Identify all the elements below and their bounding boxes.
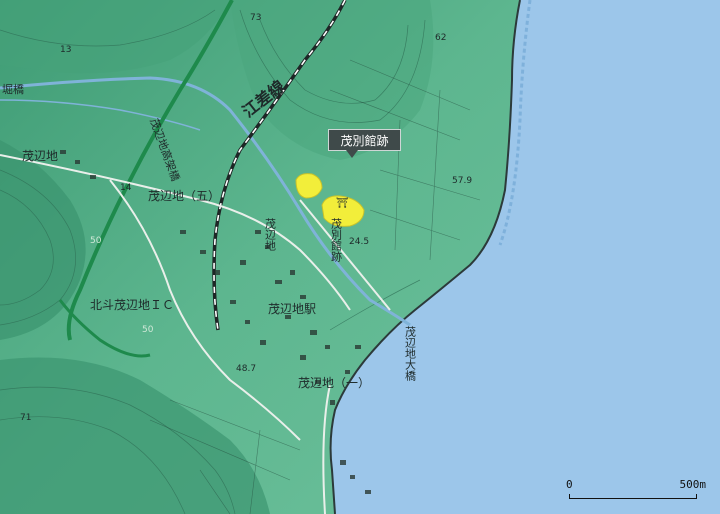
label-moheji-5: 茂辺地（五）: [148, 189, 220, 203]
scale-bar: 0 500m: [566, 478, 706, 500]
label-bridge-top: 堀橋: [2, 82, 24, 96]
scale-end-label: 500m: [679, 478, 707, 491]
svg-text:48.7: 48.7: [236, 364, 256, 374]
svg-text:62: 62: [435, 33, 446, 43]
scale-start-label: 0: [566, 478, 573, 491]
svg-text:50: 50: [90, 236, 102, 246]
svg-text:13: 13: [60, 45, 71, 55]
scale-bar-line: [569, 494, 697, 499]
label-moheji-vertical: 茂辺地: [264, 217, 277, 251]
svg-text:14: 14: [120, 183, 132, 193]
label-hokuto-ic: 北斗茂辺地ＩＣ: [90, 298, 174, 312]
topographic-map[interactable]: 江差線 堀橋 茂辺地 茂辺地（五） 茂辺地（一） 茂辺地駅 北斗茂辺地ＩＣ 茂辺…: [0, 0, 720, 514]
svg-text:71: 71: [20, 413, 31, 423]
label-moheji-1: 茂辺地（一）: [298, 376, 370, 390]
site-callout[interactable]: 茂別館跡: [328, 129, 401, 151]
svg-text:24.5: 24.5: [349, 237, 369, 247]
label-moheji: 茂辺地: [22, 149, 58, 163]
svg-text:50: 50: [142, 325, 154, 335]
svg-text:57.9: 57.9: [452, 176, 472, 186]
label-site-vertical: 茂別館跡: [330, 217, 343, 263]
callout-pointer: [346, 150, 358, 158]
label-moheji-ohashi: 茂辺地大橋: [404, 325, 417, 382]
svg-text:73: 73: [250, 13, 261, 23]
site-area-west[interactable]: [295, 173, 323, 199]
label-moheji-station: 茂辺地駅: [268, 302, 316, 316]
shrine-icon: ⛩: [336, 197, 349, 209]
